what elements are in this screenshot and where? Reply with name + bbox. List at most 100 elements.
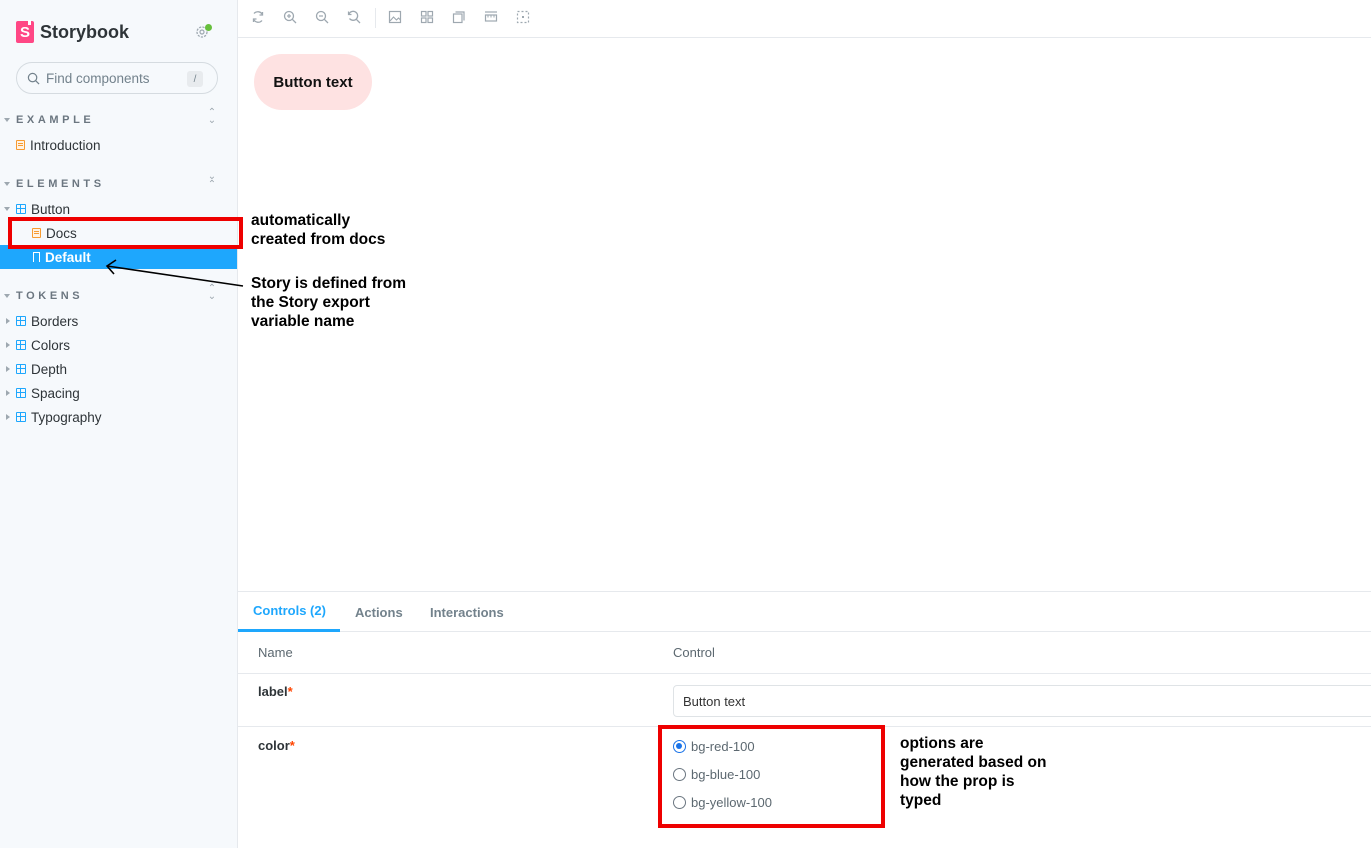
brand[interactable]: S Storybook	[16, 20, 130, 43]
outline-icon	[516, 10, 530, 24]
table-row-color: color* bg-red-100 bg-blue-100 bg-yellow-…	[238, 727, 1371, 848]
component-icon	[16, 204, 26, 214]
item-label: Introduction	[30, 137, 101, 153]
radio-label: bg-red-100	[691, 739, 755, 754]
search-shortcut: /	[187, 71, 203, 87]
measure-button[interactable]	[484, 10, 500, 26]
zoom-in-button[interactable]	[283, 10, 299, 26]
outline-button[interactable]	[516, 10, 532, 26]
tab-actions[interactable]: Actions	[355, 592, 403, 632]
sidebar: S Storybook / EXAMPLE ⌃⌄ Introduction EL…	[0, 0, 238, 848]
sidebar-item-spacing[interactable]: Spacing	[0, 381, 237, 405]
column-name: Name	[258, 645, 293, 660]
storybook-logo-icon: S	[16, 20, 34, 43]
toolbar-divider	[375, 8, 376, 28]
component-icon	[16, 340, 26, 350]
tab-interactions[interactable]: Interactions	[430, 592, 504, 632]
search-box[interactable]: /	[16, 62, 218, 94]
radio-button[interactable]	[673, 768, 686, 781]
brand-name: Storybook	[40, 21, 130, 42]
reload-button[interactable]	[251, 10, 267, 26]
zoom-out-button[interactable]	[315, 10, 331, 26]
item-label: Docs	[46, 225, 77, 241]
section-title: TOKENS	[16, 290, 84, 302]
section-example[interactable]: EXAMPLE ⌃ ⌄	[4, 108, 224, 127]
caret-right-icon	[6, 366, 10, 372]
prop-name: color*	[258, 738, 295, 753]
prop-name-text: label	[258, 684, 288, 699]
annotation-line: variable name	[251, 313, 355, 330]
expand-icon[interactable]: ⌃ ⌄	[206, 284, 218, 302]
radio-option-bg-yellow-100[interactable]: bg-yellow-100	[673, 795, 772, 810]
radio-button[interactable]	[673, 740, 686, 753]
document-icon	[32, 228, 41, 238]
prop-name-text: color	[258, 738, 290, 753]
section-tokens[interactable]: TOKENS ⌃ ⌄	[4, 284, 224, 303]
radio-option-bg-blue-100[interactable]: bg-blue-100	[673, 767, 760, 782]
annotation-line: Story is defined from	[251, 275, 407, 292]
background-button[interactable]	[388, 10, 404, 26]
caret-right-icon	[6, 318, 10, 324]
item-label: Spacing	[31, 385, 80, 401]
caret-right-icon	[6, 414, 10, 420]
component-icon	[16, 388, 26, 398]
item-label: Colors	[31, 337, 71, 353]
annotation-docs-note: automatically created from docs	[251, 211, 385, 249]
zoom-in-icon	[283, 10, 297, 24]
sidebar-item-default[interactable]: Default	[0, 245, 237, 269]
table-row-label: label*	[238, 674, 1371, 727]
annotation-options-note: options are generated based on how the p…	[900, 734, 1046, 810]
collapse-icon[interactable]: ⌄ ⌃	[206, 172, 218, 190]
sidebar-item-borders[interactable]: Borders	[0, 309, 237, 333]
item-label: Default	[45, 249, 91, 265]
sidebar-item-typography[interactable]: Typography	[0, 405, 237, 429]
measure-icon	[484, 11, 498, 22]
settings-button[interactable]	[194, 24, 212, 42]
label-text-input[interactable]	[673, 685, 1371, 717]
annotation-line: the Story export	[251, 294, 370, 311]
caret-down-icon	[4, 182, 10, 186]
zoom-reset-icon	[347, 10, 361, 24]
annotation-line: how the prop is	[900, 773, 1015, 790]
viewport-button[interactable]	[452, 10, 468, 26]
preview-button[interactable]: Button text	[254, 54, 372, 110]
section-title: EXAMPLE	[16, 114, 95, 126]
radio-button[interactable]	[673, 796, 686, 809]
addons-panel: Controls (2) Actions Interactions Name C…	[238, 591, 1371, 848]
radio-label: bg-yellow-100	[691, 795, 772, 810]
sidebar-item-button[interactable]: Button	[0, 197, 237, 221]
zoom-reset-button[interactable]	[347, 10, 363, 26]
item-label: Typography	[31, 409, 102, 425]
caret-right-icon	[6, 342, 10, 348]
caret-down-icon	[4, 118, 10, 122]
grid-icon	[420, 10, 434, 24]
annotation-line: typed	[900, 792, 942, 809]
search-input[interactable]	[46, 70, 186, 86]
column-control: Control	[673, 645, 715, 660]
expand-icon[interactable]: ⌃ ⌄	[206, 108, 218, 126]
sidebar-item-colors[interactable]: Colors	[0, 333, 237, 357]
annotation-line: automatically	[251, 212, 351, 229]
annotation-story-note: Story is defined from the Story export v…	[251, 274, 406, 331]
radio-label: bg-blue-100	[691, 767, 761, 782]
annotation-line: generated based on	[900, 754, 1047, 771]
sidebar-item-depth[interactable]: Depth	[0, 357, 237, 381]
component-icon	[16, 316, 26, 326]
sidebar-item-introduction[interactable]: Introduction	[0, 133, 237, 157]
storybook-app: S Storybook / EXAMPLE ⌃⌄ Introduction EL…	[0, 0, 1371, 848]
tab-controls[interactable]: Controls (2)	[238, 592, 340, 632]
required-marker: *	[289, 738, 295, 753]
component-icon	[16, 364, 26, 374]
prop-name: label*	[258, 684, 293, 699]
sidebar-item-docs[interactable]: Docs	[0, 221, 237, 245]
component-icon	[16, 412, 26, 422]
background-icon	[388, 10, 402, 24]
controls-table-header: Name Control	[238, 632, 1371, 674]
grid-button[interactable]	[420, 10, 436, 26]
caret-down-icon	[4, 294, 10, 298]
section-elements[interactable]: ELEMENTS ⌄ ⌃	[4, 172, 224, 191]
search-icon	[27, 72, 40, 84]
section-title: ELEMENTS	[16, 178, 105, 190]
radio-option-bg-red-100[interactable]: bg-red-100	[673, 739, 755, 754]
panel-tabs: Controls (2) Actions Interactions	[238, 592, 1371, 632]
